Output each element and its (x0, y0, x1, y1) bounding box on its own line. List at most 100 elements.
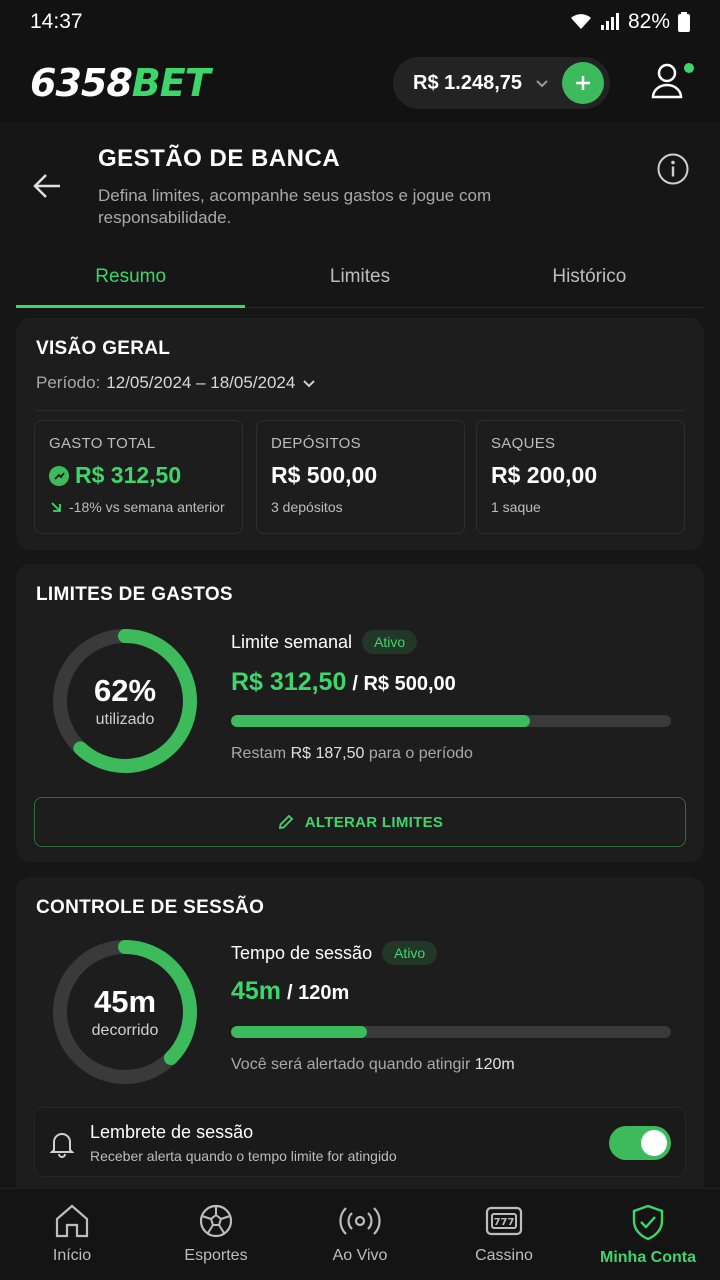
battery-icon (678, 12, 690, 32)
stat-label: DEPÓSITOS (271, 435, 361, 452)
stat-label: GASTO TOTAL (49, 435, 156, 452)
limit-label: Limite semanal (231, 631, 353, 652)
tab-limites[interactable]: Limites (245, 248, 474, 307)
chevron-down-icon (536, 80, 548, 88)
user-icon (651, 63, 683, 99)
spending-title: LIMITES DE GASTOS (36, 584, 233, 605)
balance-value: R$ 1.248,75 (413, 71, 522, 94)
home-icon (55, 1204, 89, 1238)
stat-sub-row: -18% vs semana anterior (49, 499, 228, 515)
reminder-title: Lembrete de sessão (90, 1122, 254, 1142)
session-label: Tempo de sessão (231, 942, 373, 963)
page-title: GESTÃO DE BANCA (98, 145, 341, 172)
stat-value-row: R$ 312,50 (49, 462, 228, 489)
note-value: 120m (474, 1056, 515, 1073)
limit-label-row: Limite semanal Ativo (231, 630, 418, 654)
bell-icon (49, 1133, 75, 1158)
profile-button[interactable] (650, 63, 694, 103)
logo-word: BET (131, 61, 211, 105)
nav-label: Minha Conta (600, 1249, 696, 1266)
stat-deposits: DEPÓSITOS R$ 500,00 3 depósitos (256, 420, 465, 534)
period-value: 12/05/2024 – 18/05/2024 (106, 373, 296, 392)
back-button[interactable] (30, 170, 66, 207)
nav-my-account[interactable]: Minha Conta (576, 1189, 720, 1280)
info-button[interactable] (656, 152, 690, 191)
stat-label: SAQUES (491, 435, 556, 452)
overview-card: VISÃO GERAL Período: 12/05/2024 – 18/05/… (16, 318, 704, 550)
status-badge: Ativo (382, 941, 438, 965)
session-progress-bar (231, 1026, 671, 1038)
deposit-button[interactable] (562, 62, 604, 104)
session-control-card: CONTROLE DE SESSÃO 45m decorrido Tempo d… (16, 877, 704, 1197)
nav-label: Início (52, 1247, 92, 1264)
elapsed-time: 45m (231, 977, 282, 1005)
session-limit: / 120m (287, 982, 350, 1004)
reminder-subtitle: Receber alerta quando o tempo limite for… (90, 1148, 397, 1164)
signal-icon (600, 13, 619, 30)
stat-sub: 3 depósitos (271, 499, 343, 515)
spending-progress-ring: 62% utilizado (50, 626, 200, 776)
remaining-prefix: Restam (231, 745, 287, 762)
stat-sub: -18% vs semana anterior (69, 499, 225, 515)
wifi-icon (570, 14, 591, 29)
session-note: Você será alertado quando atingir 120m (231, 1056, 515, 1074)
stat-value: R$ 312,50 (75, 462, 182, 488)
brand-logo[interactable]: 6358BET (30, 61, 211, 105)
session-amount: 45m / 120m (231, 977, 349, 1006)
ring-value: 45m (93, 984, 157, 1019)
plus-icon (576, 76, 590, 90)
limit-amount-total: / R$ 500,00 (352, 673, 456, 695)
period-selector[interactable]: Período: 12/05/2024 – 18/05/2024 (36, 373, 317, 393)
session-title: CONTROLE DE SESSÃO (36, 897, 265, 918)
balance-selector[interactable]: R$ 1.248,75 (393, 57, 610, 109)
page-subtitle: Defina limites, acompanhe seus gastos e … (98, 186, 492, 227)
stat-value: R$ 500,00 (271, 462, 378, 488)
trend-badge-icon (49, 465, 69, 486)
live-broadcast-icon (339, 1207, 381, 1235)
nav-live[interactable]: Ao Vivo (288, 1189, 432, 1280)
remaining-note: Restam R$ 187,50 para o período (231, 745, 473, 763)
status-time: 14:37 (30, 10, 83, 33)
stat-sub: 1 saque (491, 499, 541, 515)
stat-value: R$ 200,00 (491, 462, 598, 488)
session-reminder-row: Lembrete de sessão Receber alerta quando… (34, 1107, 686, 1177)
nav-home[interactable]: Início (0, 1189, 144, 1280)
tab-resumo[interactable]: Resumo (16, 248, 246, 308)
tab-historico[interactable]: Histórico (475, 248, 704, 307)
notification-dot (684, 63, 694, 73)
spent-amount: R$ 312,50 (231, 668, 347, 696)
arrow-down-right-icon (51, 502, 61, 512)
ring-value: 62% (93, 673, 157, 708)
stat-withdrawals: SAQUES R$ 200,00 1 saque (476, 420, 685, 534)
stat-total-spent: GASTO TOTAL R$ 312,50 -18% vs semana ant… (34, 420, 243, 534)
info-icon (657, 153, 689, 185)
ring-label: utilizado (95, 711, 155, 728)
app-header: 6358BET R$ 1.248,75 (0, 44, 720, 122)
pencil-icon (278, 814, 294, 830)
nav-casino[interactable]: 777 Cassino (432, 1189, 576, 1280)
arrow-left-icon (33, 174, 60, 198)
slot-machine-icon: 777 (485, 1206, 523, 1236)
change-limits-label: ALTERAR LIMITES (304, 813, 444, 831)
reminder-toggle[interactable] (609, 1126, 671, 1160)
note-prefix: Você será alertado quando atingir (231, 1056, 471, 1073)
tab-bar: Resumo Limites Histórico (16, 248, 704, 308)
progress-fill (231, 715, 531, 727)
ring-label: decorrido (91, 1022, 159, 1039)
divider (36, 410, 684, 411)
status-badge: Ativo (362, 630, 418, 654)
toggle-knob (641, 1130, 667, 1156)
nav-label: Cassino (475, 1247, 533, 1264)
bottom-nav: Início Esportes Ao Vivo 777 Cassino Minh… (0, 1188, 720, 1280)
battery-percent: 82% (627, 10, 670, 33)
remaining-suffix: para o período (368, 745, 473, 762)
chevron-down-icon (303, 380, 316, 388)
spending-progress-bar (231, 715, 671, 727)
nav-sports[interactable]: Esportes (144, 1189, 288, 1280)
progress-fill (231, 1026, 368, 1038)
nav-label: Esportes (184, 1247, 248, 1264)
soccer-ball-icon (199, 1204, 233, 1238)
change-limits-button[interactable]: ALTERAR LIMITES (34, 797, 686, 847)
spending-limits-card: LIMITES DE GASTOS 62% utilizado Limite s… (16, 564, 704, 862)
svg-text:777: 777 (494, 1217, 515, 1228)
